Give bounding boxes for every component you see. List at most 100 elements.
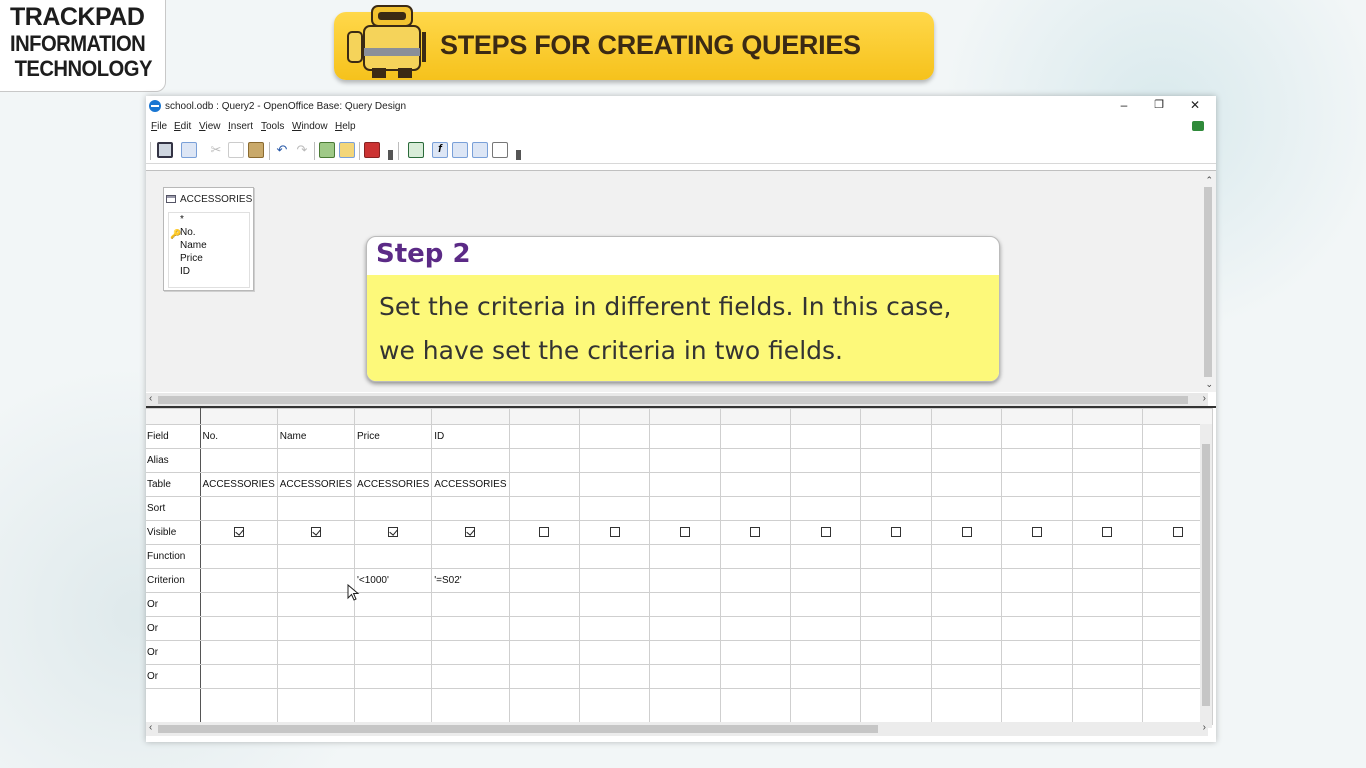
scroll-up-icon[interactable]: ⌃ bbox=[1205, 175, 1213, 186]
visible-checkbox[interactable] bbox=[961, 527, 972, 538]
field-list-item[interactable]: ID bbox=[180, 265, 249, 278]
grid-cell[interactable]: ACCESSORIES bbox=[431, 472, 510, 497]
grid-cell[interactable] bbox=[508, 472, 580, 497]
grid-cell[interactable] bbox=[1001, 520, 1073, 545]
grid-cell[interactable] bbox=[649, 592, 721, 617]
grid-cell[interactable] bbox=[719, 592, 792, 617]
grid-cell[interactable] bbox=[649, 472, 721, 497]
grid-cell[interactable] bbox=[353, 664, 433, 689]
grid-cell[interactable]: '<1000' bbox=[353, 568, 433, 593]
grid-cell[interactable] bbox=[1071, 568, 1144, 593]
grid-cell[interactable] bbox=[431, 616, 510, 641]
close-button[interactable]: ✕ bbox=[1185, 98, 1205, 112]
visible-checkbox[interactable] bbox=[1031, 527, 1042, 538]
grid-cell[interactable] bbox=[719, 424, 792, 449]
grid-cell[interactable] bbox=[930, 592, 1003, 617]
grid-cell[interactable] bbox=[860, 496, 932, 521]
grid-cell[interactable] bbox=[353, 544, 433, 569]
grid-cell[interactable] bbox=[649, 616, 721, 641]
visible-checkbox[interactable] bbox=[310, 527, 321, 538]
grid-cell[interactable] bbox=[930, 496, 1003, 521]
grid-cell[interactable] bbox=[930, 640, 1003, 665]
scroll-left-icon[interactable]: ‹ bbox=[149, 393, 152, 404]
visible-checkbox[interactable] bbox=[609, 527, 620, 538]
grid-cell[interactable] bbox=[930, 616, 1003, 641]
grid-cell[interactable] bbox=[790, 472, 862, 497]
horizontal-scrollbar[interactable]: ‹ › bbox=[146, 393, 1208, 407]
field-list-item[interactable]: Price bbox=[180, 252, 249, 265]
update-download-icon[interactable] bbox=[1192, 121, 1204, 131]
grid-cell[interactable] bbox=[578, 568, 651, 593]
grid-cell[interactable] bbox=[790, 616, 862, 641]
grid-cell[interactable] bbox=[431, 664, 510, 689]
restore-button[interactable]: ❐ bbox=[1149, 98, 1169, 111]
menu-tools[interactable]: Tools bbox=[261, 121, 284, 132]
grid-cell[interactable] bbox=[578, 448, 651, 473]
grid-cell[interactable] bbox=[578, 664, 651, 689]
grid-cell[interactable] bbox=[199, 496, 278, 521]
grid-cell[interactable] bbox=[578, 616, 651, 641]
grid-cell[interactable] bbox=[930, 568, 1003, 593]
grid-cell[interactable] bbox=[1001, 496, 1073, 521]
grid-cell[interactable] bbox=[930, 544, 1003, 569]
table-name-icon[interactable] bbox=[452, 142, 468, 158]
field-list-item[interactable]: No. bbox=[180, 226, 249, 239]
grid-cell[interactable] bbox=[649, 496, 721, 521]
grid-cell[interactable] bbox=[199, 592, 278, 617]
add-table-icon[interactable] bbox=[408, 142, 424, 158]
scrollbar-thumb[interactable] bbox=[158, 725, 878, 733]
grid-cell[interactable] bbox=[578, 424, 651, 449]
menu-edit[interactable]: Edit bbox=[174, 121, 191, 132]
grid-cell[interactable] bbox=[199, 520, 278, 545]
grid-cell[interactable] bbox=[860, 616, 932, 641]
grid-cell[interactable] bbox=[649, 568, 721, 593]
distinct-values-icon[interactable] bbox=[492, 142, 508, 158]
grid-cell[interactable]: No. bbox=[199, 424, 278, 449]
grid-cell[interactable] bbox=[578, 496, 651, 521]
grid-cell[interactable] bbox=[1001, 424, 1073, 449]
toolbar-dropdown-icon[interactable] bbox=[388, 150, 393, 160]
grid-cell[interactable] bbox=[276, 520, 356, 545]
grid-cell[interactable] bbox=[431, 496, 510, 521]
menu-window[interactable]: Window bbox=[292, 121, 328, 132]
visible-checkbox[interactable] bbox=[465, 527, 476, 538]
copy-icon[interactable] bbox=[228, 142, 244, 158]
grid-cell[interactable] bbox=[578, 520, 651, 545]
design-view-off-icon[interactable] bbox=[364, 142, 380, 158]
grid-cell[interactable] bbox=[353, 496, 433, 521]
menu-insert[interactable]: Insert bbox=[228, 121, 253, 132]
grid-cell[interactable] bbox=[1001, 664, 1073, 689]
redo-icon[interactable]: ↷ bbox=[294, 142, 310, 158]
grid-cell[interactable] bbox=[719, 544, 792, 569]
grid-horizontal-scrollbar[interactable]: ‹ › bbox=[146, 722, 1208, 736]
paste-icon[interactable] bbox=[248, 142, 264, 158]
grid-cell[interactable] bbox=[790, 424, 862, 449]
grid-cell[interactable] bbox=[649, 448, 721, 473]
visible-checkbox[interactable] bbox=[1172, 527, 1183, 538]
grid-cell[interactable] bbox=[930, 472, 1003, 497]
grid-cell[interactable] bbox=[649, 640, 721, 665]
grid-cell[interactable] bbox=[353, 448, 433, 473]
grid-cell[interactable]: ID bbox=[431, 424, 510, 449]
save-icon[interactable] bbox=[157, 142, 173, 158]
grid-cell[interactable] bbox=[508, 592, 580, 617]
grid-cell[interactable] bbox=[276, 664, 356, 689]
grid-cell[interactable] bbox=[790, 640, 862, 665]
cut-icon[interactable]: ✂ bbox=[208, 142, 224, 158]
undo-icon[interactable]: ↶ bbox=[274, 142, 290, 158]
grid-cell[interactable] bbox=[1071, 424, 1144, 449]
grid-cell[interactable] bbox=[578, 640, 651, 665]
grid-cell[interactable] bbox=[508, 520, 580, 545]
menu-file[interactable]: File bbox=[151, 121, 167, 132]
grid-cell[interactable] bbox=[199, 568, 278, 593]
clear-query-icon[interactable] bbox=[339, 142, 355, 158]
scrollbar-thumb[interactable] bbox=[158, 396, 1188, 404]
grid-cell[interactable] bbox=[719, 616, 792, 641]
visible-checkbox[interactable] bbox=[891, 527, 902, 538]
grid-cell[interactable] bbox=[431, 448, 510, 473]
visible-checkbox[interactable] bbox=[1102, 527, 1113, 538]
grid-cell[interactable] bbox=[508, 448, 580, 473]
scroll-down-icon[interactable]: ⌄ bbox=[1205, 379, 1213, 390]
grid-cell[interactable] bbox=[276, 544, 356, 569]
grid-cell[interactable] bbox=[860, 472, 932, 497]
